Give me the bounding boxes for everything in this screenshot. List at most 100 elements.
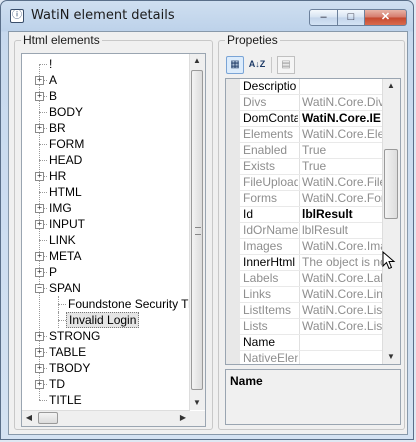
property-row[interactable]: InnerHtml The object is not v — [240, 255, 384, 271]
expand-icon[interactable]: + — [35, 268, 44, 277]
client-area: Html elements ! + A + B BODY + BR FORM HEAD + HR HTM… — [8, 31, 408, 435]
scroll-right-arrow-icon[interactable]: ▶ — [176, 411, 190, 425]
tree-node-label: LINK — [49, 233, 76, 247]
property-description-pane: Name — [225, 369, 401, 425]
property-row[interactable]: Links WatiN.Core.LinkC — [240, 287, 384, 303]
scroll-up-arrow-icon[interactable]: ▲ — [384, 79, 398, 93]
tree-node-label: BR — [49, 121, 66, 135]
property-name: Images — [243, 239, 283, 253]
property-value[interactable]: WatiN.Core.ListCo — [302, 319, 384, 334]
property-value[interactable]: WatiN.Core.FormC — [302, 191, 384, 206]
maximize-button[interactable]: □ — [337, 9, 365, 26]
property-row[interactable]: Lists WatiN.Core.ListCo — [240, 319, 384, 335]
tree-node-label: Foundstone Security Trainin — [68, 297, 192, 311]
tree-node-label: TD — [49, 377, 65, 391]
property-grid-scrollbar[interactable]: ▲ ▼ — [382, 79, 400, 364]
property-value[interactable]: True — [302, 159, 384, 174]
property-grid-toolbar: ▦ A↓Z ▤ — [225, 54, 399, 76]
property-column-divider — [299, 79, 300, 94]
property-value[interactable]: True — [302, 143, 384, 158]
property-value[interactable]: WatiN.Core.DivCo — [302, 95, 384, 110]
property-row[interactable]: DomContai WatiN.Core.IE — [240, 111, 384, 127]
minimize-button[interactable]: ‒ — [309, 9, 338, 26]
property-name: Divs — [243, 95, 267, 109]
categorized-view-icon[interactable]: ▦ — [226, 56, 244, 74]
property-row[interactable]: ListItems WatiN.Core.ListIte — [240, 303, 384, 319]
tree-vertical-scroll-thumb[interactable] — [191, 70, 203, 390]
property-value[interactable]: WatiN.Core.IE — [302, 111, 384, 126]
property-grid-scroll-thumb[interactable] — [384, 149, 398, 219]
property-grid-gutter — [226, 79, 240, 364]
expand-icon[interactable]: + — [35, 172, 44, 181]
tree-node-label: HTML — [49, 185, 82, 199]
scroll-left-arrow-icon[interactable]: ◀ — [22, 411, 36, 425]
scroll-down-arrow-icon[interactable]: ▼ — [190, 396, 204, 410]
property-value[interactable]: The object is not v — [302, 255, 384, 270]
expand-icon[interactable]: + — [35, 380, 44, 389]
tree-node-label: IMG — [49, 201, 72, 215]
property-column-divider — [299, 351, 300, 364]
property-name: NativeElen — [243, 351, 298, 365]
alphabetical-sort-icon[interactable]: A↓Z — [248, 56, 266, 74]
title-bar[interactable]: ⓘ WatiN element details ‒ □ ✕ — [1, 1, 413, 31]
property-row[interactable]: Labels WatiN.Core.Label — [240, 271, 384, 287]
property-column-divider — [299, 271, 300, 286]
property-row[interactable]: Exists True — [240, 159, 384, 175]
tree-node-label: P — [49, 265, 58, 279]
property-row[interactable]: FileUpload WatiN.Core.FileUp — [240, 175, 384, 191]
property-value[interactable]: lblResult — [302, 223, 384, 238]
tree-node-label: STRONG — [49, 329, 101, 343]
property-row[interactable]: Divs WatiN.Core.DivCo — [240, 95, 384, 111]
html-elements-group: Html elements ! + A + B BODY + BR FORM HEAD + HR HTM… — [14, 33, 213, 430]
property-name: DomContai — [243, 111, 298, 125]
scroll-corner — [190, 411, 205, 426]
property-row[interactable]: Forms WatiN.Core.FormC — [240, 191, 384, 207]
tree-node-label: TABLE — [49, 345, 87, 359]
property-value[interactable]: lblResult — [302, 207, 384, 222]
scroll-down-arrow-icon[interactable]: ▼ — [384, 350, 398, 364]
tree-horizontal-scroll-thumb[interactable] — [38, 412, 58, 424]
property-row[interactable]: NativeElen — [240, 351, 384, 365]
expand-icon[interactable]: + — [35, 76, 44, 85]
property-name: Enabled — [243, 143, 288, 157]
tree-node-label: HR — [49, 169, 67, 183]
expand-icon[interactable]: + — [35, 124, 44, 133]
expand-icon[interactable]: + — [35, 252, 44, 261]
expand-icon[interactable]: + — [35, 220, 44, 229]
property-name: Lists — [243, 319, 268, 333]
tree-node-label: INPUT — [49, 217, 85, 231]
expand-icon[interactable]: + — [35, 348, 44, 357]
property-row[interactable]: Name — [240, 335, 384, 351]
expand-icon[interactable]: + — [35, 332, 44, 341]
collapse-icon[interactable]: − — [35, 284, 44, 293]
expand-icon[interactable]: + — [35, 364, 44, 373]
property-pages-icon[interactable]: ▤ — [277, 56, 295, 74]
tree-node-label: BODY — [49, 105, 84, 119]
property-row[interactable]: IdOrName lblResult — [240, 223, 384, 239]
property-value[interactable]: WatiN.Core.ListIte — [302, 303, 384, 318]
html-elements-tree[interactable]: ! + A + B BODY + BR FORM HEAD + HR HTML + IMG + INPUT LIN… — [21, 53, 206, 427]
property-grid[interactable]: Descriptio Divs WatiN.Core.DivCo DomContai W… — [225, 78, 401, 365]
html-elements-label: Html elements — [21, 33, 102, 47]
property-value[interactable]: WatiN.Core.Label — [302, 271, 384, 286]
property-description-title: Name — [230, 374, 263, 388]
tree-vertical-scrollbar[interactable]: ▲ ▼ — [189, 54, 205, 410]
property-row[interactable]: Enabled True — [240, 143, 384, 159]
property-row[interactable]: Images WatiN.Core.Image — [240, 239, 384, 255]
close-button[interactable]: ✕ — [364, 9, 407, 26]
expand-icon[interactable]: + — [35, 204, 44, 213]
tree-node-label: ! — [49, 57, 53, 71]
property-row[interactable]: Descriptio — [240, 79, 384, 95]
expand-icon[interactable]: + — [35, 92, 44, 101]
property-row[interactable]: Elements WatiN.Core.Eleme — [240, 127, 384, 143]
tree-node-label: FORM — [49, 137, 85, 151]
property-column-divider — [299, 255, 300, 270]
property-value[interactable]: WatiN.Core.LinkC — [302, 287, 384, 302]
tree-node-label: Invalid Login — [66, 312, 140, 328]
property-row[interactable]: Id lblResult — [240, 207, 384, 223]
property-value[interactable]: WatiN.Core.Image — [302, 239, 384, 254]
tree-horizontal-scrollbar[interactable]: ◀ ▶ — [22, 410, 190, 426]
property-value[interactable]: WatiN.Core.Eleme — [302, 127, 384, 142]
scroll-up-arrow-icon[interactable]: ▲ — [190, 54, 204, 68]
property-value[interactable]: WatiN.Core.FileUp — [302, 175, 384, 190]
